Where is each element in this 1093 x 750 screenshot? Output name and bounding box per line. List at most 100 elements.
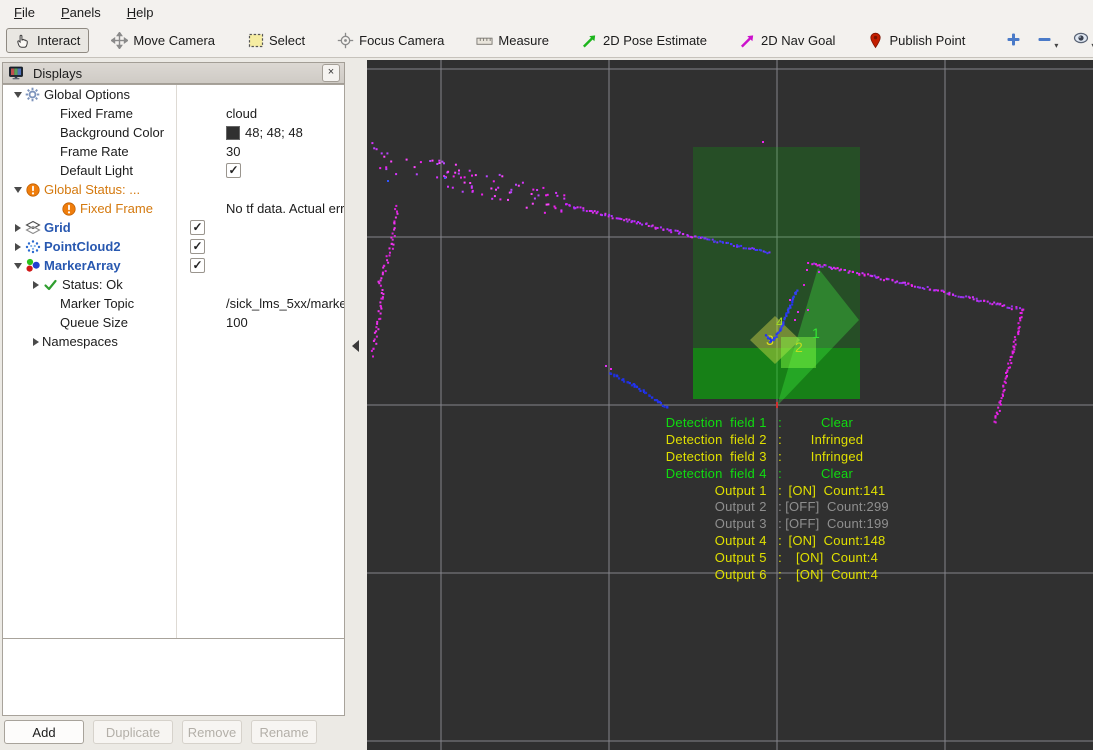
remove-button[interactable]: Remove xyxy=(182,720,242,744)
tool-label: Select xyxy=(269,33,306,48)
menu-file[interactable]: File xyxy=(14,5,35,20)
tree-row-background-color[interactable]: Background Color 48; 48; 48 xyxy=(3,123,344,142)
expander-down-icon[interactable] xyxy=(11,262,24,269)
overlay-label: Detection field xyxy=(665,448,755,464)
tree-row-markerarray[interactable]: MarkerArray ✓ xyxy=(3,256,344,275)
tree-value-cell[interactable]: No tf data. Actual err... xyxy=(220,201,344,216)
tree-row-status-fixed-frame[interactable]: Fixed Frame No tf data. Actual err... xyxy=(3,199,344,218)
tool-select[interactable]: Select xyxy=(241,28,311,53)
dropdown-caret-icon[interactable]: ▾ xyxy=(1054,41,1058,50)
menu-panels[interactable]: Panels xyxy=(61,5,101,20)
markerarray-checkbox[interactable]: ✓ xyxy=(190,258,205,273)
tool-2d-nav-goal[interactable]: 2D Nav Goal xyxy=(733,28,841,53)
tool-2d-pose-estimate[interactable]: 2D Pose Estimate xyxy=(575,28,713,53)
overlay-number: 2 xyxy=(759,499,767,515)
expander-right-icon[interactable] xyxy=(29,337,42,346)
tree-label: PointCloud2 xyxy=(44,239,121,254)
rviz-window: File Panels Help Interact Move Camera Select… xyxy=(0,0,1093,750)
overlay-value: [OFF] Count:299 xyxy=(785,499,889,515)
render-viewport[interactable]: 1234 Detection field1:ClearDetection fie… xyxy=(367,60,1093,750)
overlay-colon: : xyxy=(778,448,782,464)
expander-down-icon[interactable] xyxy=(11,186,24,193)
tree-label: MarkerArray xyxy=(44,258,121,273)
tree-value-cell[interactable]: 100 xyxy=(220,315,248,330)
warning-icon xyxy=(24,182,41,197)
tree-name-cell: Fixed Frame xyxy=(3,106,220,121)
tree-value-cell[interactable]: ✓ xyxy=(184,220,205,235)
displays-panel-header[interactable]: Displays × xyxy=(2,62,345,84)
tree-value-cell[interactable]: cloud xyxy=(220,106,257,121)
overlay-number: 3 xyxy=(759,448,767,464)
overlay-colon: : xyxy=(778,465,782,481)
tree-row-queue-size[interactable]: Queue Size 100 xyxy=(3,313,344,332)
tool-zoom-out-minus[interactable]: ▾ xyxy=(1036,31,1058,51)
tree-value-cell[interactable]: 48; 48; 48 xyxy=(220,125,303,140)
tree-label: Global Options xyxy=(44,87,130,102)
tree-name-cell: Fixed Frame xyxy=(3,201,220,216)
tool-zoom-in-plus[interactable] xyxy=(1005,31,1022,51)
tool-label: 2D Nav Goal xyxy=(761,33,836,48)
overlay-row-detection-1: Detection field 1: Clear xyxy=(665,414,885,431)
tree-value-cell[interactable]: ✓ xyxy=(184,258,205,273)
background-color-swatch[interactable] xyxy=(226,125,240,140)
field-number-label: 2 xyxy=(795,339,803,355)
tool-interact[interactable]: Interact xyxy=(6,28,90,53)
tree-row-frame-rate[interactable]: Frame Rate 30 xyxy=(3,142,344,161)
pose-estimate-arrow-icon xyxy=(581,32,598,49)
overlay-value: [ON] Count:4 xyxy=(795,550,879,566)
tree-value-cell[interactable]: 30 xyxy=(220,144,240,159)
tree-row-default-light[interactable]: Default Light ✓ xyxy=(3,161,344,180)
panel-close-button[interactable]: × xyxy=(322,64,340,82)
tool-move-camera[interactable]: Move Camera xyxy=(105,28,221,53)
default-light-checkbox[interactable]: ✓ xyxy=(226,163,241,178)
tree-row-global-status[interactable]: Global Status: ... xyxy=(3,180,344,199)
tool-camera-eye[interactable]: ▾ xyxy=(1072,31,1093,50)
tree-row-marker-topic[interactable]: Marker Topic/sick_lms_5xx/marker xyxy=(3,294,344,313)
overlay-row-output-5: Output 5: [ON] Count:4 xyxy=(665,549,885,566)
overlay-row-output-6: Output 6: [ON] Count:4 xyxy=(665,566,885,583)
tree-name-cell: Namespaces xyxy=(3,334,202,349)
overlay-number: 3 xyxy=(759,516,767,532)
overlay-label: Output xyxy=(714,499,755,515)
tree-value-cell[interactable]: ✓ xyxy=(184,239,205,254)
grid-checkbox[interactable]: ✓ xyxy=(190,220,205,235)
overlay-row-output-2: Output 2: [OFF] Count:299 xyxy=(665,498,889,515)
expander-down-icon[interactable] xyxy=(11,91,24,98)
marker-array-icon xyxy=(24,258,41,273)
pointcloud2-checkbox[interactable]: ✓ xyxy=(190,239,205,254)
panel-collapse-arrow[interactable] xyxy=(352,340,359,352)
tree-row-pointcloud2[interactable]: PointCloud2 ✓ xyxy=(3,237,344,256)
tree-label: Marker Topic xyxy=(60,296,135,311)
expander-right-icon[interactable] xyxy=(29,280,42,289)
overlay-label: Output xyxy=(714,516,755,532)
expander-right-icon[interactable] xyxy=(11,242,24,251)
displays-panel: Displays × Global Options Fixed Frame clou… xyxy=(0,58,367,750)
overlay-row-detection-3: Detection field 3: Infringed xyxy=(665,448,885,465)
tree-row-fixed-frame[interactable]: Fixed Frame cloud xyxy=(3,104,344,123)
expander-right-icon[interactable] xyxy=(11,223,24,232)
tree-label: Status: Ok xyxy=(62,277,123,292)
zoom-in-plus-icon xyxy=(1005,31,1022,51)
tree-row-namespaces[interactable]: Namespaces xyxy=(3,332,344,351)
detection-status-overlay: Detection field 1: Clear Detection field 2: I… xyxy=(665,414,889,583)
tree-name-cell: Background Color xyxy=(3,125,220,140)
menu-help[interactable]: Help xyxy=(127,5,154,20)
tree-name-cell: Status: Ok xyxy=(3,277,202,292)
tool-publish-point[interactable]: Publish Point xyxy=(861,28,971,53)
nav-goal-arrow-icon xyxy=(739,32,756,49)
duplicate-button[interactable]: Duplicate xyxy=(93,720,173,744)
tree-row-global-options[interactable]: Global Options xyxy=(3,85,344,104)
add-button[interactable]: Add xyxy=(4,720,84,744)
tree-value-cell[interactable]: /sick_lms_5xx/marker xyxy=(220,296,344,311)
rename-button[interactable]: Rename xyxy=(251,720,317,744)
panel-title: Displays xyxy=(33,65,83,81)
zoom-out-minus-icon xyxy=(1036,31,1053,51)
tree-value-cell[interactable]: ✓ xyxy=(220,163,241,178)
tree-row-status-ok[interactable]: Status: Ok xyxy=(3,275,344,294)
tree-label: Namespaces xyxy=(42,334,118,349)
overlay-label: Detection field xyxy=(665,465,755,481)
tool-focus-camera[interactable]: Focus Camera xyxy=(331,28,450,53)
tool-measure[interactable]: Measure xyxy=(470,28,555,53)
overlay-row-detection-4: Detection field 4: Clear xyxy=(665,465,885,482)
tree-row-grid[interactable]: Grid ✓ xyxy=(3,218,344,237)
